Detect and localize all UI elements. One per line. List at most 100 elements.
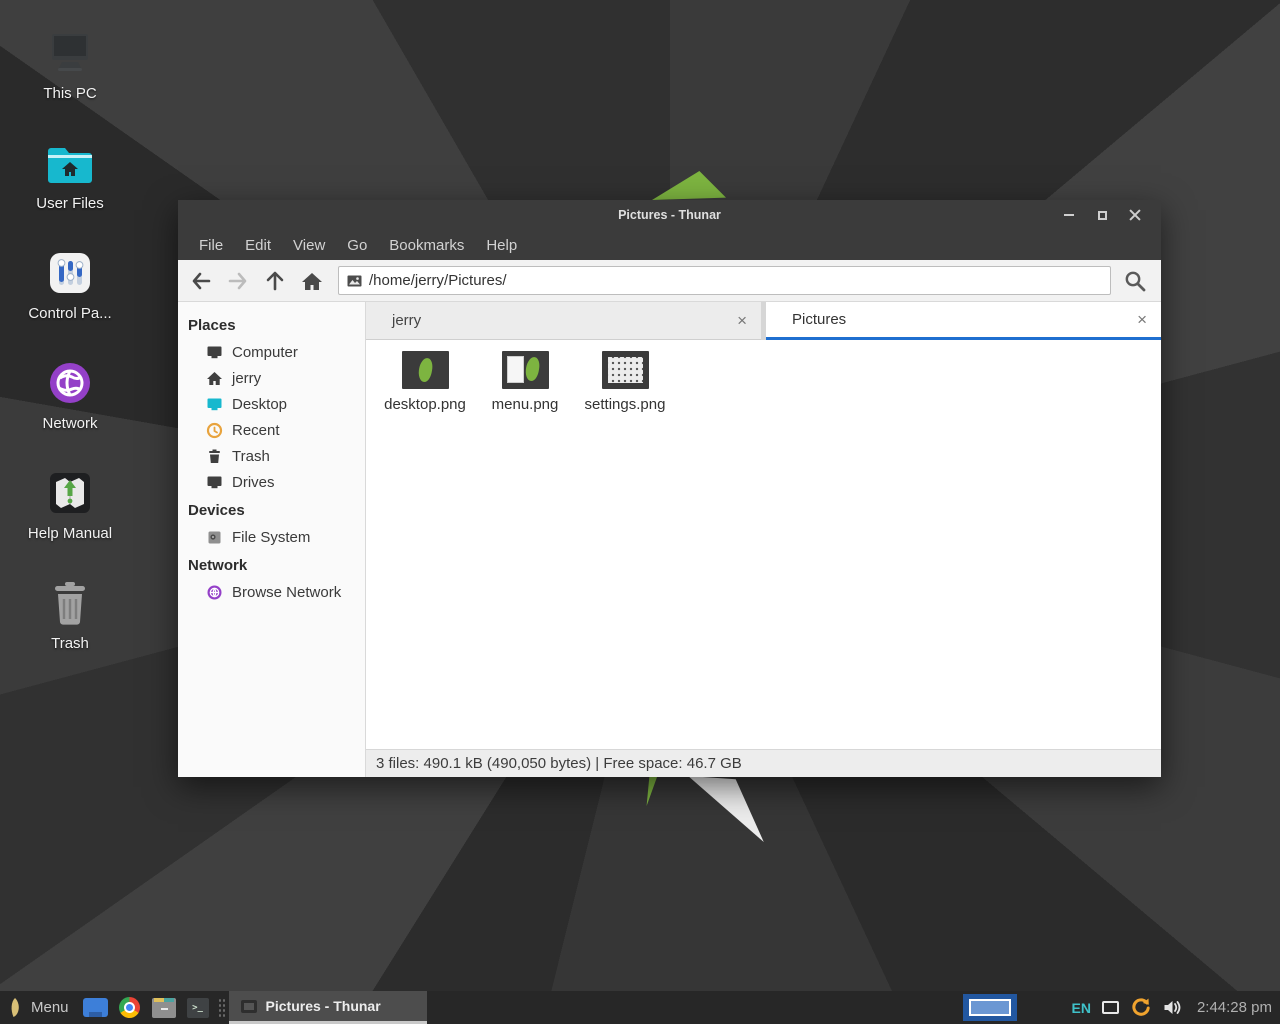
tasklist-grip-handle[interactable] [218, 998, 226, 1018]
file-menu-png[interactable]: menu.png [475, 349, 575, 413]
show-desktop-icon [83, 998, 108, 1017]
menu-view[interactable]: View [282, 233, 336, 258]
desktop-icon-label: This PC [43, 85, 96, 102]
wallpaper-green-sliver [645, 776, 665, 806]
sidebar-item-drives[interactable]: Drives [178, 469, 365, 495]
taskbar-window-button[interactable]: Pictures - Thunar [229, 991, 427, 1024]
path-text: /home/jerry/Pictures/ [369, 272, 507, 289]
menu-bookmarks[interactable]: Bookmarks [378, 233, 475, 258]
desktop-icon-label: Trash [51, 635, 89, 652]
tab-close-icon[interactable]: × [1137, 311, 1147, 328]
close-button[interactable] [1125, 205, 1145, 225]
sidebar-header-places: Places [178, 310, 365, 339]
show-desktop-launcher[interactable] [79, 991, 113, 1024]
up-button[interactable] [256, 265, 293, 297]
desktop-icon-network[interactable]: Network [20, 354, 120, 464]
desktop-icon-column: This PC User Files [20, 24, 120, 684]
file-manager-icon [152, 998, 176, 1018]
file-name: desktop.png [384, 396, 466, 413]
maximize-icon [1098, 211, 1107, 220]
control-panel-icon [47, 244, 93, 296]
update-manager-icon[interactable] [1130, 997, 1152, 1019]
thunar-window-icon [241, 1000, 257, 1013]
maximize-button[interactable] [1092, 205, 1112, 225]
search-button[interactable] [1115, 265, 1155, 297]
taskbar-window-label: Pictures - Thunar [266, 998, 381, 1014]
sidebar-item-label: Browse Network [232, 584, 341, 601]
trash-icon [206, 448, 223, 465]
sidebar-item-recent[interactable]: Recent [178, 417, 365, 443]
file-settings-png[interactable]: settings.png [575, 349, 675, 413]
back-button[interactable] [182, 265, 219, 297]
minimize-button[interactable] [1059, 205, 1079, 225]
tab-pictures[interactable]: Pictures × [766, 302, 1161, 340]
status-bar: 3 files: 490.1 kB (490,050 bytes) | Free… [366, 749, 1161, 777]
forward-arrow-icon [227, 271, 249, 291]
workspace-switcher[interactable] [963, 994, 1017, 1021]
chrome-icon [119, 997, 140, 1018]
sidebar-item-browse-network[interactable]: Browse Network [178, 579, 365, 605]
desktop-icon-label: User Files [36, 195, 104, 212]
content-pane: jerry × Pictures × desktop.png menu [366, 302, 1161, 777]
help-manual-icon [47, 464, 93, 516]
trash-icon [48, 574, 92, 626]
tab-jerry[interactable]: jerry × [366, 302, 761, 340]
chrome-launcher[interactable] [113, 991, 147, 1024]
menu-edit[interactable]: Edit [234, 233, 282, 258]
desktop-icon-trash[interactable]: Trash [20, 574, 120, 684]
keyboard-layout-indicator[interactable]: EN [1071, 1000, 1090, 1016]
tab-label: Pictures [792, 311, 846, 328]
network-globe-icon [47, 354, 93, 406]
menu-button[interactable]: Menu [0, 991, 79, 1024]
tab-close-icon[interactable]: × [737, 312, 747, 329]
window-controls [1059, 205, 1161, 225]
status-text: 3 files: 490.1 kB (490,050 bytes) | Free… [376, 755, 742, 772]
menu-help[interactable]: Help [475, 233, 528, 258]
display-tray-icon[interactable] [1102, 1001, 1119, 1014]
sidebar-item-jerry[interactable]: jerry [178, 365, 365, 391]
clock[interactable]: 2:44:28 pm [1197, 999, 1272, 1016]
monitor-icon [206, 344, 223, 361]
sidebar-header-network: Network [178, 550, 365, 579]
sidebar-item-trash[interactable]: Trash [178, 443, 365, 469]
clock-icon [206, 422, 223, 439]
search-icon [1123, 269, 1147, 293]
sidebar-item-desktop[interactable]: Desktop [178, 391, 365, 417]
computer-icon [44, 24, 96, 76]
home-folder-icon [45, 134, 95, 186]
file-view[interactable]: desktop.png menu.png settings.png [366, 340, 1161, 749]
minimize-icon [1064, 214, 1074, 216]
sidebar: Places Computer jerry Desktop [178, 302, 366, 777]
desktop-icon-control-panel[interactable]: Control Pa... [20, 244, 120, 354]
close-icon [1129, 209, 1141, 221]
terminal-icon: >_ [187, 998, 209, 1018]
sidebar-item-label: jerry [232, 370, 261, 387]
workspace-1[interactable] [969, 999, 1011, 1016]
tab-label: jerry [392, 312, 421, 329]
terminal-launcher[interactable]: >_ [181, 991, 215, 1024]
home-icon [206, 370, 223, 387]
file-desktop-png[interactable]: desktop.png [375, 349, 475, 413]
back-arrow-icon [190, 271, 212, 291]
window-title: Pictures - Thunar [178, 208, 1161, 222]
menu-go[interactable]: Go [336, 233, 378, 258]
window-titlebar[interactable]: Pictures - Thunar [178, 200, 1161, 230]
forward-button[interactable] [219, 265, 256, 297]
globe-icon [206, 584, 223, 601]
desktop-icon-help-manual[interactable]: Help Manual [20, 464, 120, 574]
path-entry[interactable]: /home/jerry/Pictures/ [338, 266, 1111, 295]
up-arrow-icon [264, 270, 286, 292]
home-icon [301, 271, 323, 291]
sidebar-item-file-system[interactable]: File System [178, 524, 365, 550]
menu-file[interactable]: File [188, 233, 234, 258]
file-name: settings.png [585, 396, 666, 413]
sidebar-item-computer[interactable]: Computer [178, 339, 365, 365]
desktop-icon-user-files[interactable]: User Files [20, 134, 120, 244]
sidebar-item-label: Trash [232, 448, 270, 465]
desktop-icon-this-pc[interactable]: This PC [20, 24, 120, 134]
file-manager-launcher[interactable] [147, 991, 181, 1024]
home-button[interactable] [293, 265, 330, 297]
sidebar-item-label: Computer [232, 344, 298, 361]
taskbar: Menu >_ Pictures - Thunar EN 2:44:28 pm [0, 991, 1280, 1024]
volume-icon[interactable] [1163, 999, 1182, 1016]
